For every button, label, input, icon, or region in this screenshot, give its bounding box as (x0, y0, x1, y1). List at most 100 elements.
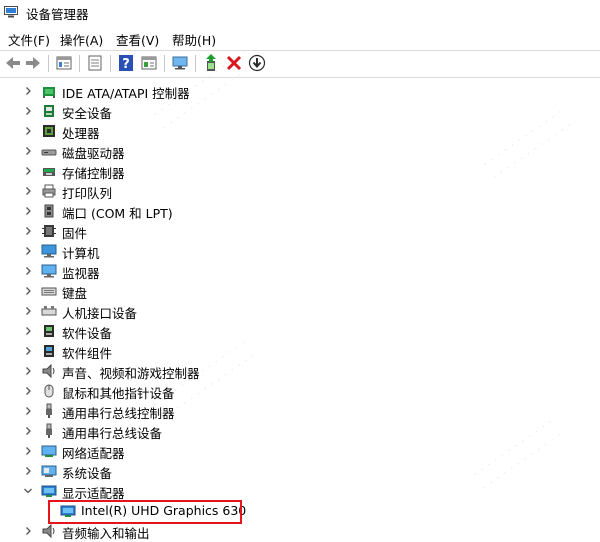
chevron-down-icon[interactable] (22, 481, 34, 501)
show-hidden-icon[interactable] (85, 53, 105, 73)
software-component-icon (44, 345, 54, 357)
tree-category-row[interactable]: 键盘 (0, 281, 600, 301)
tree-category-row[interactable]: 安全设备 (0, 101, 600, 121)
tree-category-row[interactable]: 计算机 (0, 241, 600, 261)
mouse-icon (44, 384, 54, 398)
chevron-right-icon[interactable] (22, 361, 34, 381)
chevron-right-icon[interactable] (22, 121, 34, 141)
tree-row-label: 通用串行总线设备 (62, 426, 163, 441)
firmware-icon (42, 225, 56, 237)
console-view-icon[interactable] (139, 53, 159, 73)
chevron-right-icon[interactable] (22, 381, 34, 401)
tree-row-label: 打印队列 (62, 186, 113, 201)
chevron-right-icon[interactable] (22, 421, 34, 441)
toolbar-separator (110, 55, 111, 72)
chevron-right-icon[interactable] (22, 201, 34, 221)
update-driver-icon[interactable] (202, 53, 222, 73)
tree-row-label: 固件 (62, 226, 88, 241)
menu-view[interactable]: 查看(V) (114, 30, 161, 49)
tree-row-label: 音频输入和输出 (62, 526, 150, 541)
tree-category-row[interactable]: 通用串行总线控制器 (0, 401, 600, 421)
audio-io-icon (42, 523, 55, 539)
chevron-right-icon[interactable] (22, 261, 34, 281)
chevron-right-icon[interactable] (22, 441, 34, 461)
tree-category-row[interactable]: 处理器 (0, 121, 600, 141)
chevron-right-icon[interactable] (22, 461, 34, 481)
tree-category-row[interactable]: IDE ATA/ATAPI 控制器 (0, 81, 600, 101)
tree-category-row[interactable]: 人机接口设备 (0, 301, 600, 321)
storage-controller-icon (43, 168, 55, 176)
toolbar-separator (195, 55, 196, 72)
software-device-icon (44, 325, 54, 337)
tree-row-label: 键盘 (62, 286, 88, 301)
tree-row-label: 声音、视频和游戏控制器 (62, 366, 200, 381)
tree-row-label: 计算机 (62, 246, 100, 261)
menu-action[interactable]: 操作(A) (58, 30, 105, 49)
chevron-right-icon[interactable] (22, 241, 34, 261)
tree-category-row[interactable]: 存储控制器 (0, 161, 600, 181)
chevron-right-icon[interactable] (22, 81, 34, 101)
chevron-right-icon[interactable] (22, 521, 34, 541)
system-device-icon (41, 465, 57, 477)
tree-category-row[interactable]: 监视器 (0, 261, 600, 281)
keyboard-icon (41, 287, 57, 296)
tree-category-row[interactable]: 软件组件 (0, 341, 600, 361)
speaker-icon (42, 363, 55, 379)
download-icon[interactable] (247, 53, 267, 73)
tree-row-label: 端口 (COM 和 LPT) (62, 206, 173, 221)
chevron-right-icon[interactable] (22, 401, 34, 421)
tree-row-label: 磁盘驱动器 (62, 146, 125, 161)
tree-row-label: 软件组件 (62, 346, 113, 361)
menu-file[interactable]: 文件(F) (6, 30, 52, 49)
chevron-right-icon[interactable] (22, 301, 34, 321)
tree-category-row[interactable]: 网络适配器 (0, 441, 600, 461)
menu-help[interactable]: 帮助(H) (170, 30, 218, 49)
chevron-right-icon[interactable] (22, 281, 34, 301)
disk-drive-icon (41, 149, 57, 156)
chevron-right-icon[interactable] (22, 221, 34, 241)
chevron-right-icon[interactable] (22, 181, 34, 201)
tree-row-label: 网络适配器 (62, 446, 125, 461)
tree-category-row[interactable]: 系统设备 (0, 461, 600, 481)
tree-category-row[interactable]: 磁盘驱动器 (0, 141, 600, 161)
tree-category-row[interactable]: 鼠标和其他指针设备 (0, 381, 600, 401)
window-title: 设备管理器 (26, 7, 89, 22)
toolbar-separator (79, 55, 80, 72)
uninstall-icon[interactable] (224, 53, 244, 73)
chevron-right-icon[interactable] (22, 321, 34, 341)
tree-row-label: IDE ATA/ATAPI 控制器 (62, 86, 190, 101)
usb-icon (46, 423, 52, 438)
display-adapter-icon (41, 485, 57, 497)
tree-category-row[interactable]: 声音、视频和游戏控制器 (0, 361, 600, 381)
toolbar-separator (48, 55, 49, 72)
back-arrow-icon[interactable] (3, 53, 23, 73)
tree-row-label: 监视器 (62, 266, 100, 281)
tree-row-label: 系统设备 (62, 466, 113, 481)
forward-arrow-icon[interactable] (23, 53, 43, 73)
chevron-right-icon[interactable] (22, 341, 34, 361)
tree-row-label: 软件设备 (62, 326, 113, 341)
help-icon[interactable]: ? (116, 53, 136, 73)
tree-row-label: 处理器 (62, 126, 100, 141)
chevron-right-icon[interactable] (22, 141, 34, 161)
monitor-scan-icon[interactable] (170, 53, 190, 73)
tree-category-row[interactable]: 固件 (0, 221, 600, 241)
tree-category-row[interactable]: 显示适配器 (0, 481, 600, 501)
tree-row-label: 人机接口设备 (62, 306, 138, 321)
chevron-right-icon[interactable] (22, 161, 34, 181)
toolbar: ? (0, 50, 600, 78)
tree-row-label: 存储控制器 (62, 166, 125, 181)
highlight-box (48, 500, 242, 524)
tree-category-row[interactable]: 端口 (COM 和 LPT) (0, 201, 600, 221)
ide-controller-icon (43, 87, 55, 98)
menu-bar: 文件(F) 操作(A) 查看(V) 帮助(H) (0, 28, 600, 50)
network-adapter-icon (41, 445, 57, 457)
tree-category-row[interactable]: 音频输入和输出 (0, 521, 600, 541)
properties-icon[interactable] (54, 53, 74, 73)
tree-category-row[interactable]: 软件设备 (0, 321, 600, 341)
chevron-right-icon[interactable] (22, 101, 34, 121)
svg-text:?: ? (122, 57, 130, 72)
title-bar: 设备管理器 (0, 0, 600, 26)
tree-category-row[interactable]: 打印队列 (0, 181, 600, 201)
tree-category-row[interactable]: 通用串行总线设备 (0, 421, 600, 441)
